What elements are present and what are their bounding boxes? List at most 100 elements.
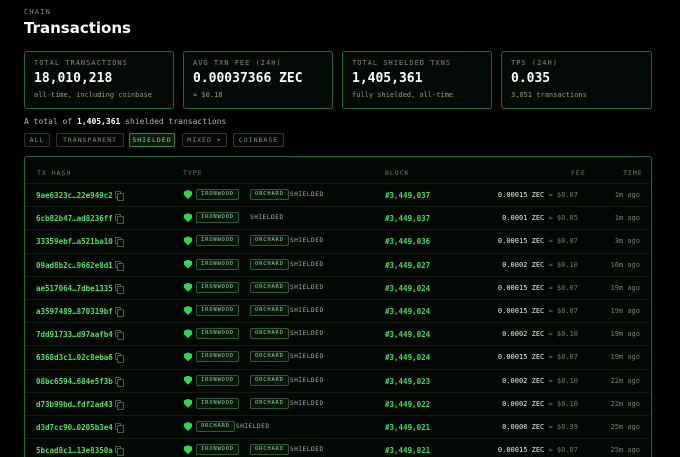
block-link[interactable]: #3,449,024 — [385, 330, 430, 339]
tx-kind-label: SHIELDED — [236, 423, 270, 430]
page-title: Transactions — [24, 19, 131, 37]
pool-badge-ironwood: IRONWOOD — [196, 351, 239, 363]
stat-label: AVG TXN FEE (24H) — [193, 59, 282, 67]
column-header-fee: FEE — [571, 169, 586, 177]
copy-icon[interactable] — [115, 214, 125, 225]
tx-hash-link[interactable]: a3597489…870319bf — [36, 307, 113, 316]
stat-card-avg-fee: AVG TXN FEE (24H) 0.00037366 ZEC ≈ $0.18 — [183, 51, 333, 109]
fee-usd: ≈ $0.07 — [548, 307, 578, 315]
copy-icon[interactable] — [115, 283, 125, 294]
table-row[interactable]: d73b99bd…fdf2ad43 IRONWOOD ORCHARD SHIELDED… — [26, 391, 650, 415]
copy-icon[interactable] — [115, 399, 125, 410]
tx-kind-label: SHIELDED — [290, 191, 324, 198]
block-link[interactable]: #3,449,021 — [385, 446, 430, 455]
block-link[interactable]: #3,449,027 — [385, 261, 430, 270]
table-row[interactable]: 6cb82b47…ad8236ff IRONWOOD SHIELDED #3,449,… — [26, 206, 650, 229]
fee-usd: ≈ $0.07 — [548, 237, 578, 246]
tx-kind-label: SHIELDED — [290, 237, 324, 245]
table-row[interactable]: 5bcad8c1…13e8350a IRONWOOD ORCHARD SHIELDED… — [26, 438, 650, 457]
tx-age: 19m ago — [610, 330, 640, 339]
copy-icon[interactable] — [115, 446, 125, 457]
fee-usd: ≈ $0.10 — [548, 330, 578, 339]
stat-sub: all-time, including coinbase — [34, 91, 153, 99]
stat-label: TOTAL TRANSACTIONS — [34, 59, 128, 67]
table-row[interactable]: 08bc6594…684e5f3b IRONWOOD ORCHARD SHIELDED… — [26, 368, 650, 392]
tx-fee: 0.0002 ZEC ≈ $0.10 — [502, 377, 578, 385]
block-link[interactable]: #3,449,022 — [385, 400, 430, 409]
block-link[interactable]: #3,449,036 — [385, 237, 430, 246]
copy-icon[interactable] — [115, 353, 125, 364]
block-link[interactable]: #3,449,023 — [385, 377, 430, 386]
tx-hash-link[interactable]: 6368d3c1…02c8eba6 — [36, 353, 113, 362]
copy-icon[interactable] — [115, 191, 125, 201]
column-header-hash: TX HASH — [37, 169, 72, 177]
copy-icon[interactable] — [115, 423, 125, 433]
tx-kind-label: SHIELDED — [290, 353, 324, 361]
fee-usd: ≈ $0.07 — [548, 353, 578, 362]
stat-card-total-transactions: TOTAL TRANSACTIONS 18,010,218 all-time, … — [24, 51, 174, 109]
tx-hash-link[interactable]: d73b99bd…fdf2ad43 — [36, 400, 113, 409]
tx-hash-link[interactable]: 6cb82b47…ad8236ff — [36, 214, 113, 223]
shield-icon — [184, 329, 192, 339]
filter-transparent[interactable]: TRANSPARENT — [56, 133, 124, 147]
copy-icon[interactable] — [115, 237, 125, 248]
pool-badge-ironwood: IRONWOOD — [196, 305, 239, 316]
stat-value: 0.00037366 ZEC — [193, 71, 303, 86]
block-link[interactable]: #3,449,024 — [385, 284, 430, 293]
summary-suffix: shielded transactions — [125, 117, 227, 126]
tx-kind-label: SHIELDED — [290, 307, 324, 314]
pool-badge-orchard: ORCHARD — [250, 397, 289, 409]
tx-hash-link[interactable]: 9ae6323c…22e949c2 — [36, 191, 113, 200]
copy-icon[interactable] — [115, 376, 125, 387]
copy-icon[interactable] — [115, 260, 125, 271]
tx-hash-link[interactable]: 5bcad8c1…13e8350a — [36, 446, 113, 455]
shield-icon — [184, 398, 192, 408]
copy-icon[interactable] — [115, 330, 125, 341]
tx-hash-link[interactable]: ae517064…7dbe1335 — [36, 284, 113, 293]
shield-icon — [184, 236, 192, 246]
block-link[interactable]: #3,449,021 — [385, 423, 430, 432]
fee-usd: ≈ $0.07 — [548, 446, 578, 455]
block-link[interactable]: #3,449,024 — [385, 307, 430, 316]
fee-zec: 0.00015 ZEC — [497, 283, 545, 292]
block-link[interactable]: #3,449,037 — [385, 191, 430, 200]
block-link[interactable]: #3,449,037 — [385, 214, 430, 223]
shield-icon — [184, 352, 192, 362]
tx-hash-link[interactable]: 33359ebf…a521ba10 — [36, 237, 113, 246]
transactions-table: TX HASH TYPE BLOCK FEE TIME 9ae6323c…22e… — [24, 156, 652, 457]
tx-fee: 0.0008 ZEC ≈ $0.39 — [502, 423, 578, 431]
tx-hash-link[interactable]: 09ad8b2c…9662e8d1 — [36, 261, 113, 270]
filter-coinbase[interactable]: COINBASE — [233, 133, 284, 147]
stat-value: 0.035 — [511, 71, 551, 86]
table-row[interactable]: d3d7cc90…0205b3e4 ORCHARD SHIELDED #3,449,0… — [26, 415, 650, 438]
summary-prefix: A total of — [24, 117, 73, 126]
tx-hash-link[interactable]: 08bc6594…684e5f3b — [36, 377, 113, 386]
stat-value: 1,405,361 — [352, 71, 423, 86]
stat-sub: fully shielded, all-time — [352, 91, 454, 99]
table-row[interactable]: ae517064…7dbe1335 IRONWOOD ORCHARD SHIELDED… — [26, 275, 650, 299]
table-row[interactable]: a3597489…870319bf IRONWOOD ORCHARD SHIELDED… — [26, 299, 650, 322]
table-row[interactable]: 09ad8b2c…9662e8d1 IRONWOOD ORCHARD SHIELDED… — [26, 252, 650, 276]
fee-zec: 0.0002 ZEC — [502, 399, 545, 408]
block-link[interactable]: #3,449,024 — [385, 353, 430, 362]
tx-kind-label: SHIELDED — [290, 260, 324, 268]
pool-badge-ironwood: IRONWOOD — [196, 281, 239, 293]
fee-usd: ≈ $0.07 — [548, 191, 578, 199]
table-row[interactable]: 33359ebf…a521ba10 IRONWOOD ORCHARD SHIELDED… — [26, 229, 650, 252]
filter-shielded[interactable]: SHIELDED — [129, 133, 175, 147]
table-row[interactable]: 6368d3c1…02c8eba6 IRONWOOD ORCHARD SHIELDED… — [26, 345, 650, 368]
stat-label: TOTAL SHIELDED TXNS — [352, 59, 452, 67]
pool-badge-ironwood: IRONWOOD — [196, 258, 239, 270]
table-row[interactable]: 9ae6323c…22e949c2 IRONWOOD ORCHARD SHIELDED… — [26, 183, 650, 206]
tx-hash-link[interactable]: d3d7cc90…0205b3e4 — [36, 423, 113, 432]
tx-hash-link[interactable]: 7dd91733…d97aafb4 — [36, 330, 113, 339]
fee-zec: 0.0002 ZEC — [502, 376, 545, 385]
filter-all[interactable]: ALL — [24, 133, 50, 147]
fee-zec: 0.0008 ZEC — [502, 423, 545, 431]
pool-badge-orchard: ORCHARD — [250, 235, 289, 247]
pool-badge-orchard: ORCHARD — [250, 351, 289, 363]
table-row[interactable]: 7dd91733…d97aafb4 IRONWOOD ORCHARD SHIELDED… — [26, 322, 650, 345]
pool-badge-orchard: ORCHARD — [250, 444, 289, 456]
filter-mixed-dropdown[interactable]: MIXED ▾ — [182, 133, 227, 147]
copy-icon[interactable] — [115, 307, 125, 317]
